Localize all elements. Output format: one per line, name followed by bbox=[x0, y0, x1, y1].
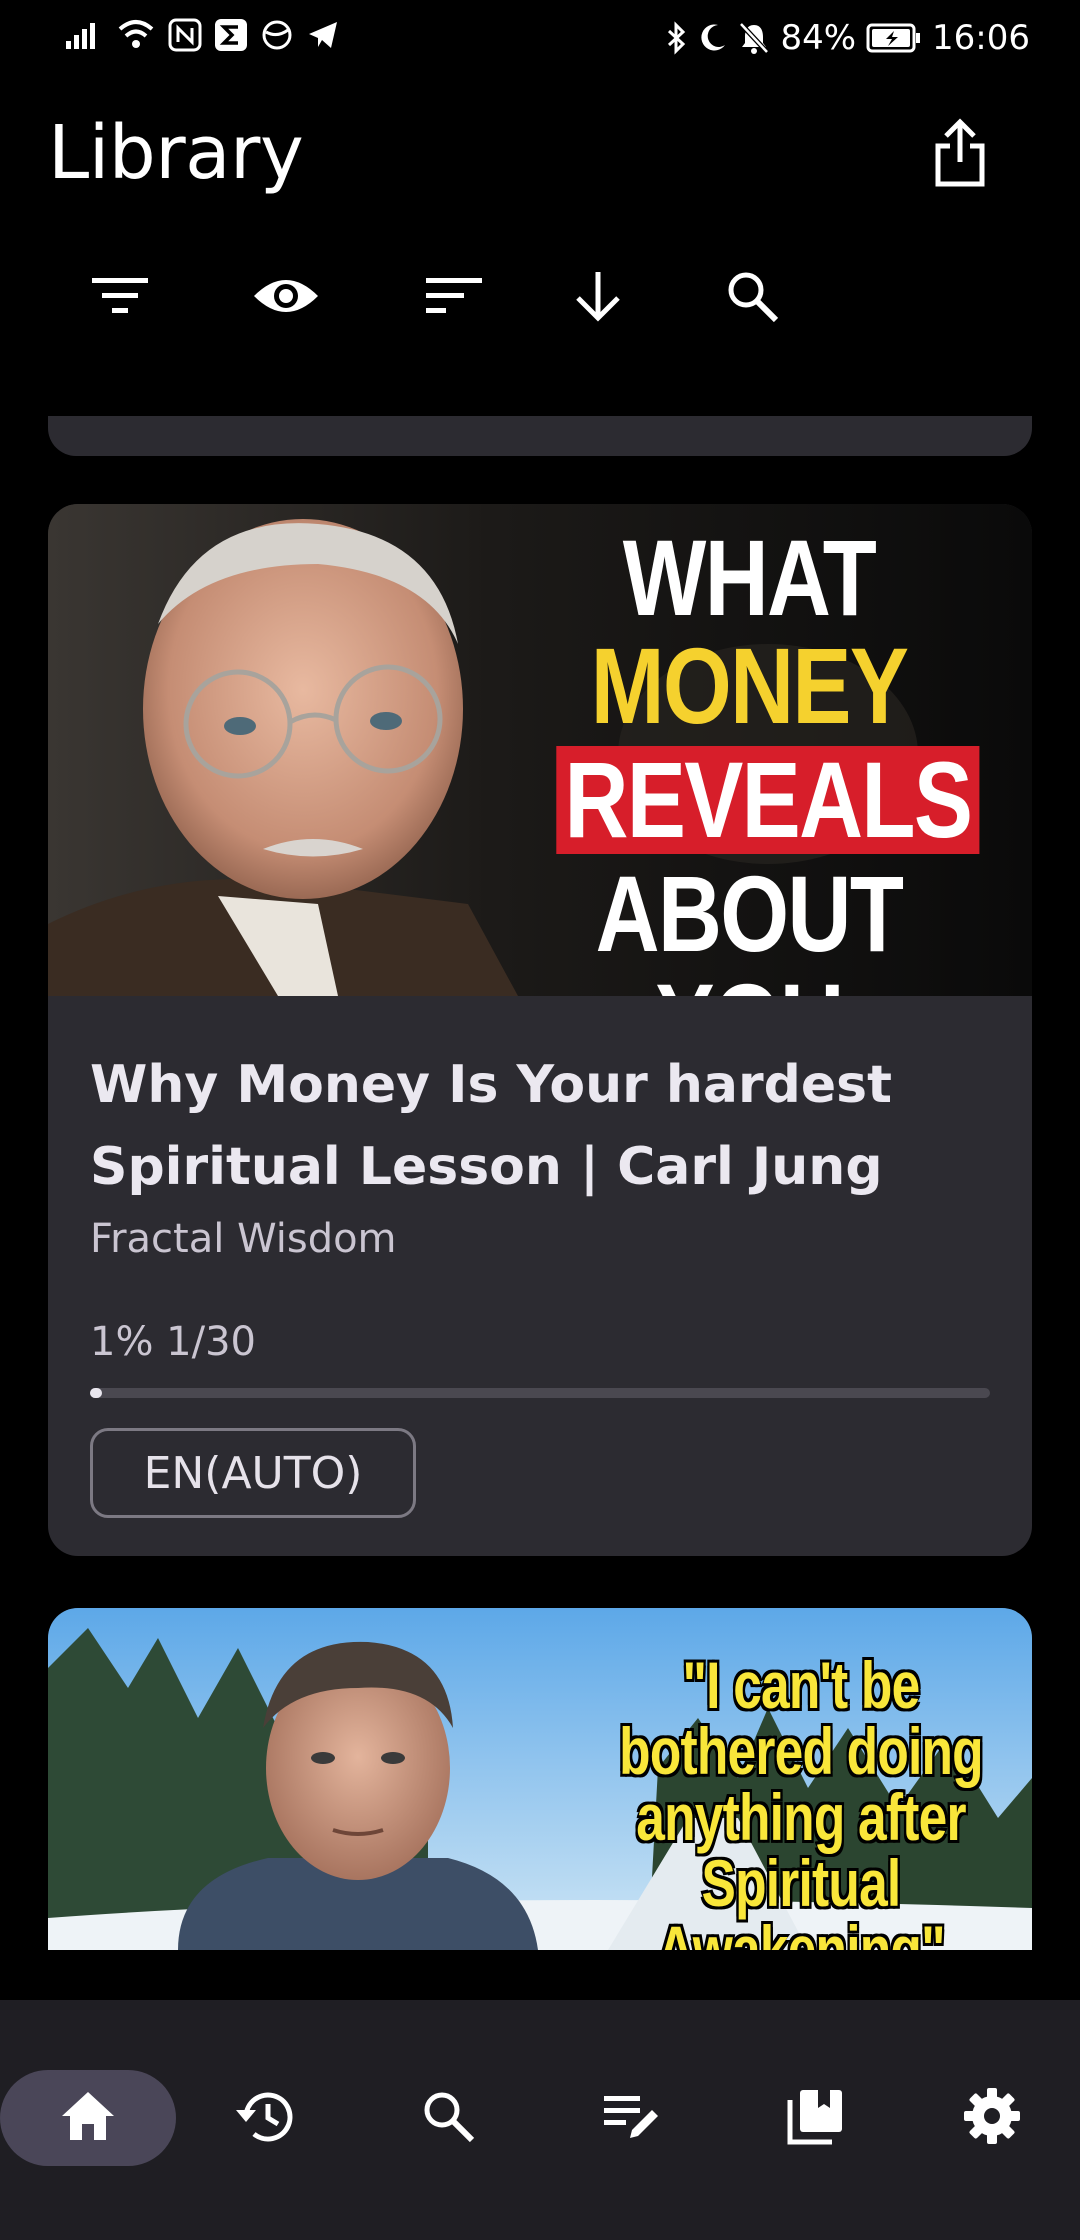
telegram-icon bbox=[306, 18, 340, 52]
video-title: Why Money Is Your hardest Spiritual Less… bbox=[90, 1055, 892, 1197]
thumbnail-headline: WHAT MONEY REVEALS ABOUT YOU bbox=[556, 517, 980, 997]
channel-name: Fractal Wisdom bbox=[90, 1216, 397, 1262]
progress-fill bbox=[90, 1388, 102, 1398]
language-chip[interactable]: EN(AUTO) bbox=[90, 1428, 416, 1518]
library-toolbar bbox=[60, 250, 840, 346]
nav-library[interactable] bbox=[728, 2070, 904, 2166]
progress-label: 1% 1/30 bbox=[90, 1319, 256, 1365]
nav-history[interactable] bbox=[176, 2070, 352, 2166]
nav-search[interactable] bbox=[360, 2070, 536, 2166]
filter-icon bbox=[90, 274, 150, 322]
status-bar: 84% 16:06 bbox=[0, 0, 1080, 84]
visibility-icon bbox=[252, 274, 320, 322]
progress-bar bbox=[90, 1388, 990, 1398]
previous-card[interactable] bbox=[48, 416, 1032, 456]
library-list[interactable]: WHAT MONEY REVEALS ABOUT YOU Why Money I… bbox=[0, 416, 1080, 1950]
search-icon bbox=[724, 268, 780, 328]
signal-icon bbox=[64, 19, 104, 51]
video-card[interactable]: "I can't be bothered doing anything afte… bbox=[48, 1608, 1032, 1950]
battery-percent: 84% bbox=[780, 18, 857, 58]
nav-home[interactable] bbox=[0, 2070, 176, 2166]
library-icon bbox=[786, 2086, 846, 2150]
battery-charging-icon bbox=[866, 23, 922, 53]
visibility-button[interactable] bbox=[238, 250, 334, 346]
vpn-icon bbox=[260, 18, 294, 52]
bell-off-icon bbox=[738, 21, 770, 55]
home-icon bbox=[58, 2088, 118, 2148]
playlist-edit-icon bbox=[602, 2088, 662, 2148]
wifi-icon bbox=[116, 19, 156, 51]
nfc-icon bbox=[168, 18, 202, 52]
search-button[interactable] bbox=[704, 250, 800, 346]
thumbnail-quote: "I can't be bothered doing anything afte… bbox=[619, 1648, 983, 1950]
settings-icon bbox=[962, 2086, 1022, 2150]
thumbnail-text-line: ABOUT YOU bbox=[595, 853, 904, 997]
moon-icon bbox=[698, 21, 728, 55]
sort-button[interactable] bbox=[406, 250, 502, 346]
video-card[interactable]: WHAT MONEY REVEALS ABOUT YOU Why Money I… bbox=[48, 504, 1032, 1556]
history-icon bbox=[232, 2086, 296, 2150]
nav-settings[interactable] bbox=[904, 2070, 1080, 2166]
clock: 16:06 bbox=[932, 18, 1030, 58]
thumbnail-text-line: REVEALS bbox=[556, 746, 980, 854]
filter-button[interactable] bbox=[72, 250, 168, 346]
status-right-icons: 84% 16:06 bbox=[666, 18, 1030, 58]
search-icon bbox=[420, 2088, 476, 2148]
nav-playlist-edit[interactable] bbox=[544, 2070, 720, 2166]
page-title: Library bbox=[48, 110, 304, 196]
download-button[interactable] bbox=[550, 250, 646, 346]
bluetooth-icon bbox=[666, 21, 688, 55]
thumbnail-text-line: WHAT bbox=[622, 517, 877, 638]
sort-icon bbox=[424, 274, 484, 322]
video-thumbnail[interactable]: WHAT MONEY REVEALS ABOUT YOU bbox=[48, 504, 1032, 996]
share-button[interactable] bbox=[920, 110, 1000, 200]
share-icon bbox=[932, 118, 988, 192]
download-icon bbox=[572, 268, 624, 328]
bottom-navigation bbox=[0, 2000, 1080, 2240]
thumbnail-text-line: MONEY bbox=[590, 625, 909, 746]
sigma-app-icon bbox=[214, 18, 248, 52]
status-left-icons bbox=[64, 18, 340, 52]
